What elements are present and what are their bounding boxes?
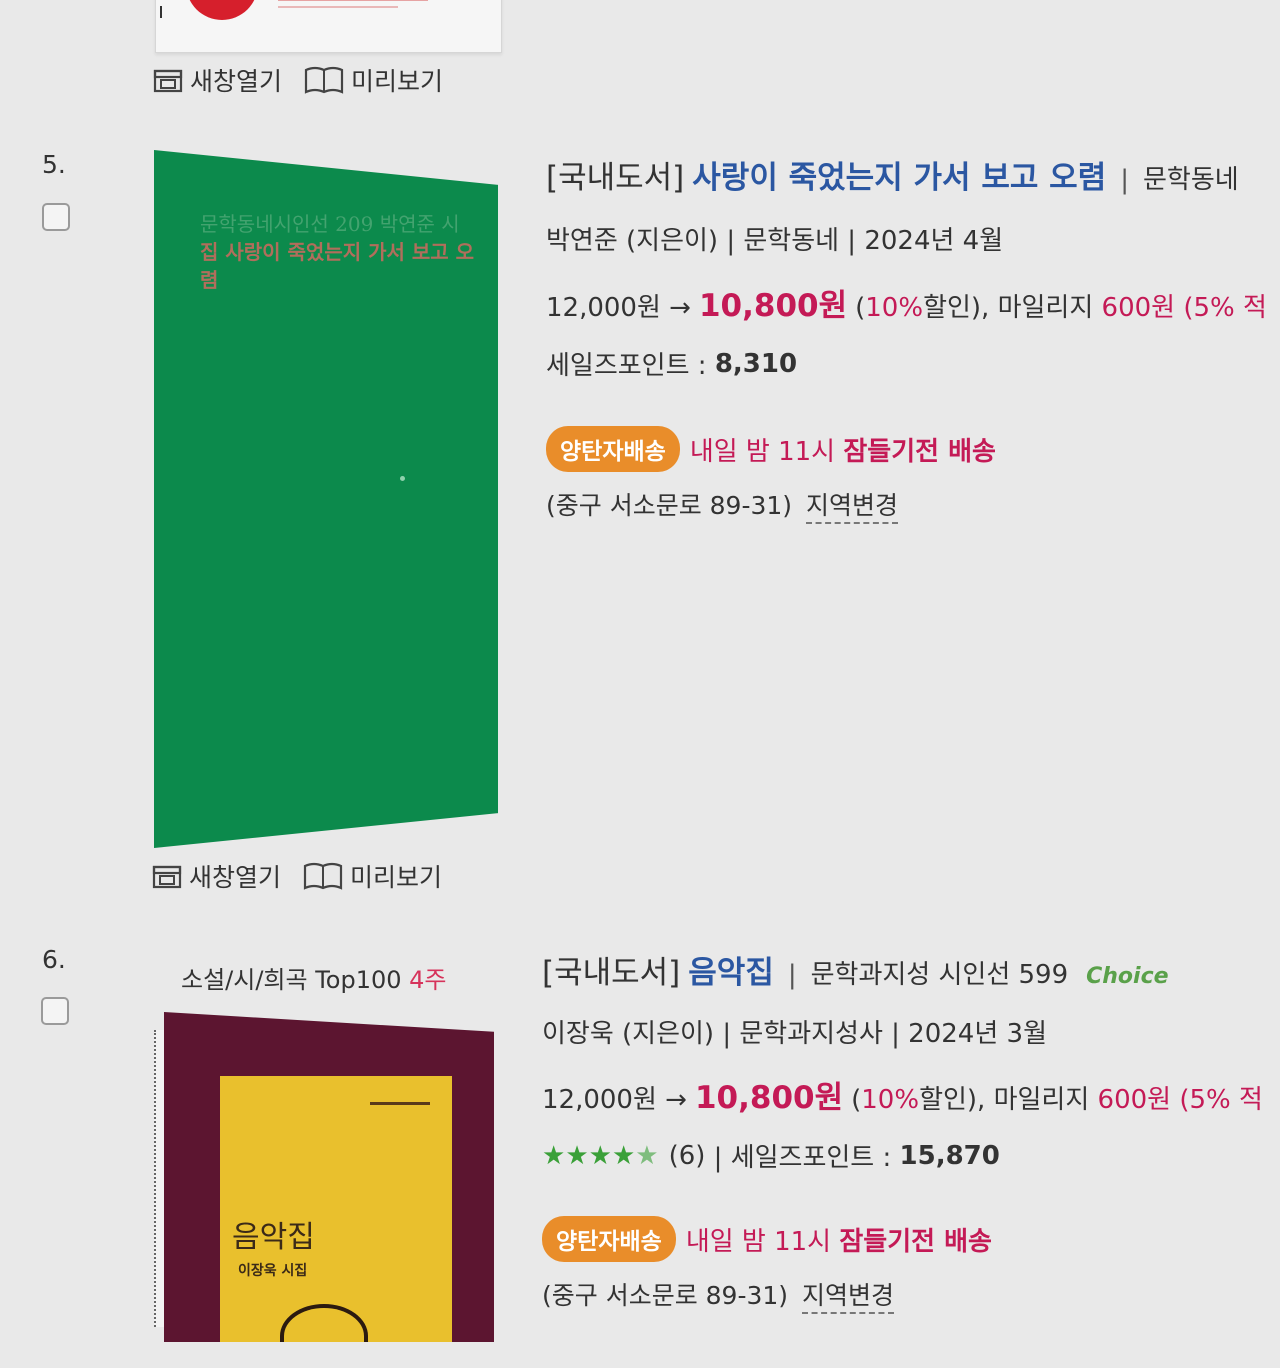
cover-dot	[400, 476, 405, 481]
item-category: [국내도서]	[542, 955, 681, 991]
delivery-info: 양탄자배송 내일 밤 11시 잠들기전 배송	[542, 1216, 992, 1262]
preview-button[interactable]: 미리보기	[304, 62, 443, 98]
delivery-message: 내일 밤 11시 잠들기전 배송	[686, 1221, 992, 1258]
sales-points: 세일즈포인트 : 8,310	[546, 345, 797, 382]
region-change-link[interactable]: 지역변경	[806, 486, 899, 524]
new-window-button[interactable]: 새창열기	[152, 858, 281, 894]
rank-label: 소설/시/희곡 Top100 4주	[181, 960, 447, 995]
item-actions-prev: 새창열기 미리보기	[153, 62, 465, 98]
rating-and-points: ★ ★ ★ ★ ★ (6) | 세일즈포인트 : 15,870	[542, 1137, 1000, 1174]
delivery-badge: 양탄자배송	[546, 426, 680, 472]
mileage: 600원	[1101, 293, 1176, 323]
item-actions: 새창열기 미리보기	[152, 858, 464, 894]
new-window-label: 새창열기	[190, 67, 283, 96]
discount-rate: 10%	[861, 1085, 920, 1115]
discount-close: 할인), 마일리지	[923, 293, 1094, 323]
item-title-link[interactable]: 사랑이 죽었는지 가서 보고 오렴	[692, 152, 1106, 197]
title-separator: |	[1120, 165, 1129, 195]
item-price-line: 12,000원 → 10,800원 (10% 할인), 마일리지 600원 (5%…	[542, 1072, 1263, 1117]
book-spine	[154, 1030, 164, 1327]
cover-text-line	[278, 6, 398, 8]
cover-mark	[160, 6, 162, 18]
item-number: 5.	[42, 150, 66, 179]
book-cover-prev[interactable]	[155, 0, 502, 53]
cover-illustration	[280, 1304, 368, 1342]
mileage: 600원	[1097, 1085, 1172, 1115]
sales-points-value: 15,870	[899, 1140, 1000, 1171]
preview-label: 미리보기	[351, 67, 444, 96]
new-window-icon	[153, 69, 183, 93]
delivery-message: 내일 밤 11시 잠들기전 배송	[690, 431, 996, 468]
cover-title-text: 음악집	[232, 1220, 315, 1255]
item-byline: 박연준 (지은이) | 문학동네 | 2024년 4월	[546, 226, 1004, 256]
sales-points-value: 8,310	[714, 348, 798, 379]
book-open-icon	[304, 66, 344, 94]
star-half-icon: ★	[635, 1140, 659, 1171]
choice-badge: Choice	[1086, 964, 1169, 989]
item-checkbox[interactable]	[42, 203, 70, 231]
item-series-link[interactable]: 문학과지성 시인선 599	[811, 954, 1069, 991]
item-byline: 이장욱 (지은이) | 문학과지성사 | 2024년 3월	[542, 1019, 1047, 1049]
preview-label: 미리보기	[350, 863, 443, 892]
cover-author-text: 이장욱 시집	[238, 1263, 308, 1279]
preview-button[interactable]: 미리보기	[303, 858, 442, 894]
address-text: (중구 서소문로 89-31)	[542, 1281, 789, 1310]
star-icon: ★	[611, 1140, 636, 1171]
delivery-info: 양탄자배송 내일 밤 11시 잠들기전 배송	[546, 426, 996, 472]
discount-rate: 10%	[865, 293, 924, 323]
star-icon: ★	[565, 1140, 589, 1171]
sale-price: 10,800원	[698, 288, 848, 324]
delivery-time: 내일 밤 11시	[689, 436, 836, 467]
mileage-rate: (5% 적	[1179, 1085, 1263, 1115]
cover-main-text: 집 사랑이 죽었는지 가서 보고 오렴	[200, 240, 475, 292]
list-price: 12,000원 →	[542, 1085, 687, 1115]
sales-points-label: | 세일즈포인트 :	[713, 1143, 892, 1173]
discount-close: 할인), 마일리지	[919, 1085, 1090, 1115]
delivery-time: 내일 밤 11시	[685, 1226, 832, 1257]
cover-series-text: 문학동네시인선 209 박연준 시	[200, 212, 460, 236]
rating-stars: ★ ★ ★ ★ ★	[542, 1141, 659, 1171]
delivery-address: (중구 서소문로 89-31) 지역변경	[546, 486, 899, 524]
item-title-line: [국내도서] 음악집 | 문학과지성 시인선 599 Choice	[542, 947, 1169, 992]
item-title-link[interactable]: 음악집	[688, 947, 774, 992]
item-category: [국내도서]	[546, 160, 685, 196]
item-series-link[interactable]: 문학동네	[1143, 159, 1239, 196]
new-window-icon	[152, 865, 182, 889]
rank-category: 소설/시/희곡 Top100	[181, 966, 402, 994]
discount-open: (	[855, 293, 866, 323]
list-price: 12,000원 →	[546, 293, 691, 323]
title-separator: |	[787, 960, 797, 990]
star-icon: ★	[588, 1140, 612, 1171]
delivery-type: 잠들기전 배송	[839, 1226, 992, 1257]
cover-title-text: 문학동네시인선 209 박연준 시 집 사랑이 죽었는지 가서 보고 오렴	[200, 210, 475, 294]
cover-badge	[186, 0, 258, 20]
delivery-type: 잠들기전 배송	[843, 436, 996, 467]
new-window-button[interactable]: 새창열기	[153, 62, 282, 98]
discount-open: (	[851, 1085, 862, 1115]
address-text: (중구 서소문로 89-31)	[546, 491, 793, 520]
sales-points-label: 세일즈포인트 :	[546, 351, 707, 381]
region-change-link[interactable]: 지역변경	[802, 1276, 895, 1314]
new-window-label: 새창열기	[189, 863, 282, 892]
rank-weeks: 4주	[409, 966, 447, 994]
star-icon: ★	[542, 1140, 566, 1171]
item-title-line: [국내도서] 사랑이 죽었는지 가서 보고 오렴 | 문학동네	[546, 152, 1239, 197]
item-number: 6.	[42, 945, 66, 974]
item-price-line: 12,000원 → 10,800원 (10% 할인), 마일리지 600원 (5%…	[546, 280, 1267, 325]
book-cover[interactable]: 문학동네시인선 209 박연준 시 집 사랑이 죽었는지 가서 보고 오렴	[154, 150, 498, 848]
delivery-address: (중구 서소문로 89-31) 지역변경	[542, 1276, 895, 1314]
delivery-badge: 양탄자배송	[542, 1216, 676, 1262]
cover-series-mark	[370, 1102, 430, 1105]
cover-panel: 음악집 이장욱 시집	[220, 1076, 452, 1342]
book-cover[interactable]: 음악집 이장욱 시집	[164, 1012, 494, 1342]
review-count[interactable]: (6)	[669, 1141, 706, 1171]
mileage-rate: (5% 적	[1183, 293, 1267, 323]
book-open-icon	[303, 862, 343, 890]
sale-price: 10,800원	[694, 1080, 844, 1116]
cover-text-line	[278, 0, 428, 1]
item-checkbox[interactable]	[41, 997, 69, 1025]
